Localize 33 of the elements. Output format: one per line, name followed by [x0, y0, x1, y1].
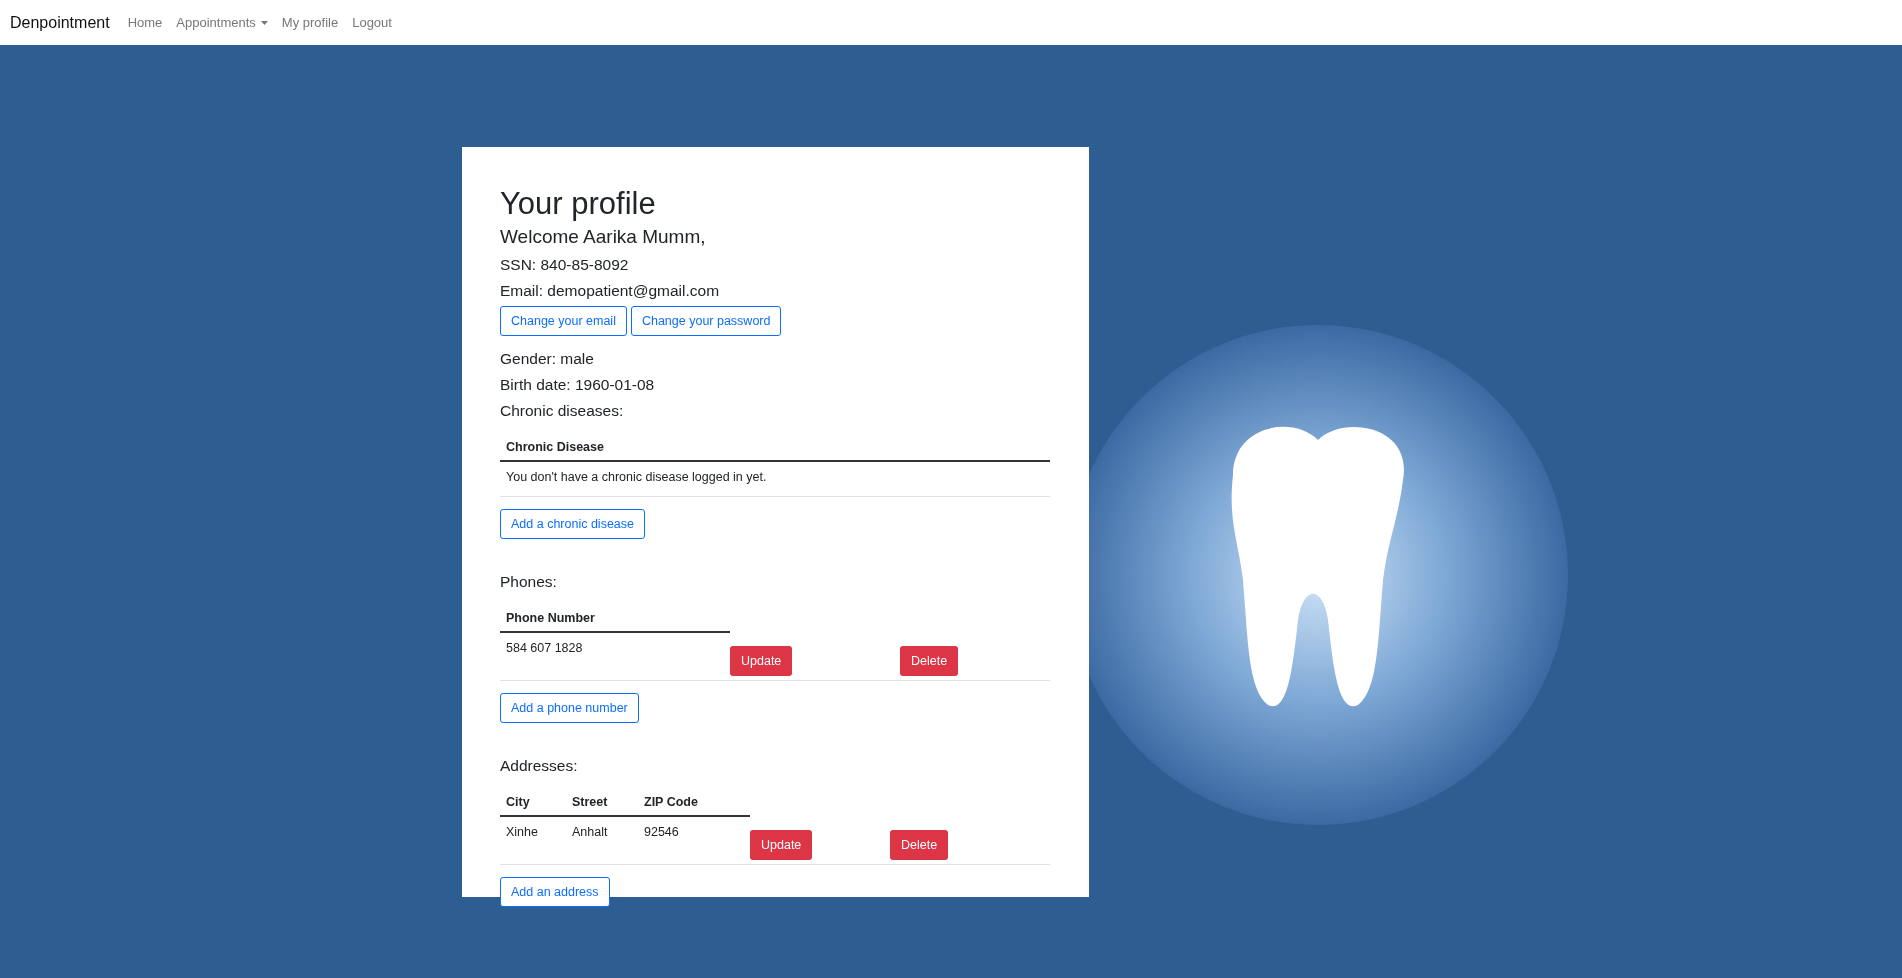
section-heading: Chronic diseases:	[500, 401, 625, 422]
outline-button[interactable]: Change your email	[500, 306, 627, 337]
column-header: ZIP Code	[638, 787, 750, 817]
table-cell: Xinhe	[500, 816, 566, 865]
nav-link[interactable]: Logout	[352, 15, 392, 30]
email-text: Email: demopatient@gmail.com	[500, 281, 721, 302]
column-header: Street	[566, 787, 638, 817]
gender-text: Gender: male	[500, 349, 595, 370]
page-title: Your profile	[500, 185, 657, 223]
welcome-text: Welcome Aarika Mumm,	[500, 226, 707, 249]
column-header: Chronic Disease	[500, 432, 1050, 462]
table-cell: Anhalt	[566, 816, 638, 865]
brand-link[interactable]: Denpointment	[10, 13, 110, 32]
ssn-text: SSN: 840-85-8092	[500, 255, 630, 276]
column-header: City	[500, 787, 566, 817]
delete-button[interactable]: Delete	[900, 646, 959, 677]
update-button[interactable]: Update	[730, 646, 793, 677]
delete-button[interactable]: Delete	[890, 830, 949, 861]
table-cell: 584 607 1828	[500, 632, 730, 681]
add-address-button[interactable]: Add an address	[500, 877, 610, 908]
section-heading: Phones:	[500, 572, 558, 593]
section-heading: Addresses:	[500, 756, 579, 777]
empty-message: You don't have a chronic disease logged in yet.	[500, 461, 1050, 497]
caret-icon	[260, 20, 268, 25]
nav-link[interactable]: Home	[127, 15, 163, 30]
add-chronic-disease-button[interactable]: Add a chronic disease	[500, 509, 645, 540]
nav-dropdown[interactable]: Appointments	[176, 15, 268, 30]
add-phone-button[interactable]: Add a phone number	[500, 693, 639, 724]
outline-button[interactable]: Change your password	[630, 306, 782, 337]
birth-date-text: Birth date: 1960-01-08	[500, 375, 656, 396]
column-header: Phone Number	[500, 603, 730, 633]
nav-link[interactable]: My profile	[281, 15, 339, 30]
update-button[interactable]: Update	[750, 830, 813, 861]
